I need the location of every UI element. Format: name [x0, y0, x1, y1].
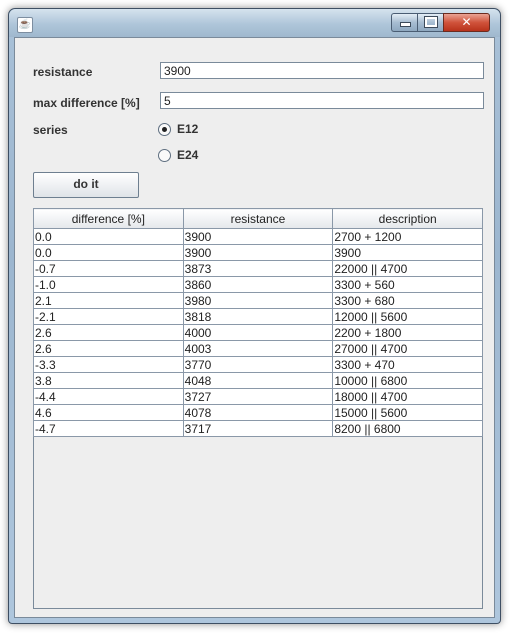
radio-e12-label: E12 [177, 122, 199, 136]
table-cell[interactable]: 27000 || 4700 [332, 340, 483, 357]
table-cell[interactable]: 3900 [332, 244, 483, 261]
table-cell[interactable]: 15000 || 5600 [332, 404, 483, 421]
client-area: resistance max difference [%] series E12… [14, 37, 495, 618]
minimize-button[interactable] [391, 13, 418, 32]
resistance-input[interactable] [160, 62, 484, 79]
table-cell[interactable]: -1.0 [33, 276, 184, 293]
minimize-icon [399, 22, 411, 27]
table-cell[interactable]: 3860 [182, 276, 334, 293]
maximize-icon [424, 16, 438, 28]
table-row[interactable]: 3.8 4048 10000 || 6800 [33, 372, 483, 389]
close-button[interactable]: ✕ [443, 13, 490, 32]
table-cell[interactable]: 4003 [182, 340, 334, 357]
table-cell[interactable]: 3980 [182, 292, 334, 309]
table-cell[interactable]: 3900 [182, 244, 334, 261]
table-header-row: difference [%] resistance description [33, 208, 483, 229]
table-cell[interactable]: 3727 [182, 388, 334, 405]
table-row[interactable]: 2.6 4003 27000 || 4700 [33, 340, 483, 357]
table-cell[interactable]: 3717 [182, 420, 334, 437]
table-cell[interactable]: -0.7 [33, 260, 184, 277]
table-cell[interactable]: 2700 + 1200 [332, 228, 483, 245]
table-row[interactable]: -3.3 3770 3300 + 470 [33, 356, 483, 373]
table-cell[interactable]: 10000 || 6800 [332, 372, 483, 389]
table-row[interactable]: -0.7 3873 22000 || 4700 [33, 260, 483, 277]
table-row[interactable]: 4.6 4078 15000 || 5600 [33, 404, 483, 421]
app-window: ☕ ✕ resistance max difference [%] series… [8, 8, 501, 624]
table-cell[interactable]: 3.8 [33, 372, 184, 389]
results-table[interactable]: difference [%] resistance description 0.… [33, 208, 483, 609]
table-cell[interactable]: 2.1 [33, 292, 184, 309]
radio-e24[interactable]: E24 [158, 148, 198, 162]
table-cell[interactable]: 4048 [182, 372, 334, 389]
table-row[interactable]: -1.0 3860 3300 + 560 [33, 276, 483, 293]
table-row[interactable]: -2.1 3818 12000 || 5600 [33, 308, 483, 325]
resistance-label: resistance [33, 65, 93, 79]
table-cell[interactable]: 4.6 [33, 404, 184, 421]
column-header-description[interactable]: description [332, 208, 483, 229]
table-cell[interactable]: 3300 + 680 [332, 292, 483, 309]
table-cell[interactable]: 0.0 [33, 244, 184, 261]
table-row[interactable]: 0.0 3900 2700 + 1200 [33, 228, 483, 245]
title-bar[interactable]: ☕ ✕ [9, 9, 500, 37]
table-cell[interactable]: 4078 [182, 404, 334, 421]
table-cell[interactable]: -2.1 [33, 308, 184, 325]
table-row[interactable]: -4.4 3727 18000 || 4700 [33, 388, 483, 405]
do-it-button[interactable]: do it [33, 172, 139, 198]
table-row[interactable]: 0.0 3900 3900 [33, 244, 483, 261]
table-row[interactable]: 2.6 4000 2200 + 1800 [33, 324, 483, 341]
table-cell[interactable]: 18000 || 4700 [332, 388, 483, 405]
table-cell[interactable]: 3300 + 470 [332, 356, 483, 373]
table-cell[interactable]: 2.6 [33, 324, 184, 341]
table-cell[interactable]: 2200 + 1800 [332, 324, 483, 341]
table-cell[interactable]: 22000 || 4700 [332, 260, 483, 277]
max-difference-input[interactable] [160, 92, 484, 109]
radio-e24-label: E24 [177, 148, 199, 162]
table-cell[interactable]: -4.7 [33, 420, 184, 437]
table-cell[interactable]: 2.6 [33, 340, 184, 357]
table-row[interactable]: 2.1 3980 3300 + 680 [33, 292, 483, 309]
table-cell[interactable]: 12000 || 5600 [332, 308, 483, 325]
max-difference-label: max difference [%] [33, 96, 140, 110]
table-cell[interactable]: 3300 + 560 [332, 276, 483, 293]
table-row[interactable]: -4.7 3717 8200 || 6800 [33, 420, 483, 437]
column-header-difference[interactable]: difference [%] [33, 208, 184, 229]
table-cell[interactable]: 4000 [182, 324, 334, 341]
maximize-button[interactable] [417, 13, 445, 32]
table-cell[interactable]: 8200 || 6800 [332, 420, 483, 437]
table-cell[interactable]: 3818 [182, 308, 334, 325]
radio-unselected-icon [158, 148, 171, 162]
radio-e12[interactable]: E12 [158, 122, 198, 136]
radio-selected-icon [158, 122, 171, 136]
close-icon: ✕ [461, 15, 472, 29]
java-app-icon[interactable]: ☕ [17, 17, 33, 33]
table-cell[interactable]: 3900 [182, 228, 334, 245]
table-cell[interactable]: 3873 [182, 260, 334, 277]
table-cell[interactable]: -4.4 [33, 388, 184, 405]
series-label: series [33, 123, 68, 137]
table-cell[interactable]: -3.3 [33, 356, 184, 373]
table-cell[interactable]: 3770 [182, 356, 334, 373]
table-cell[interactable]: 0.0 [33, 228, 184, 245]
column-header-resistance[interactable]: resistance [182, 208, 334, 229]
